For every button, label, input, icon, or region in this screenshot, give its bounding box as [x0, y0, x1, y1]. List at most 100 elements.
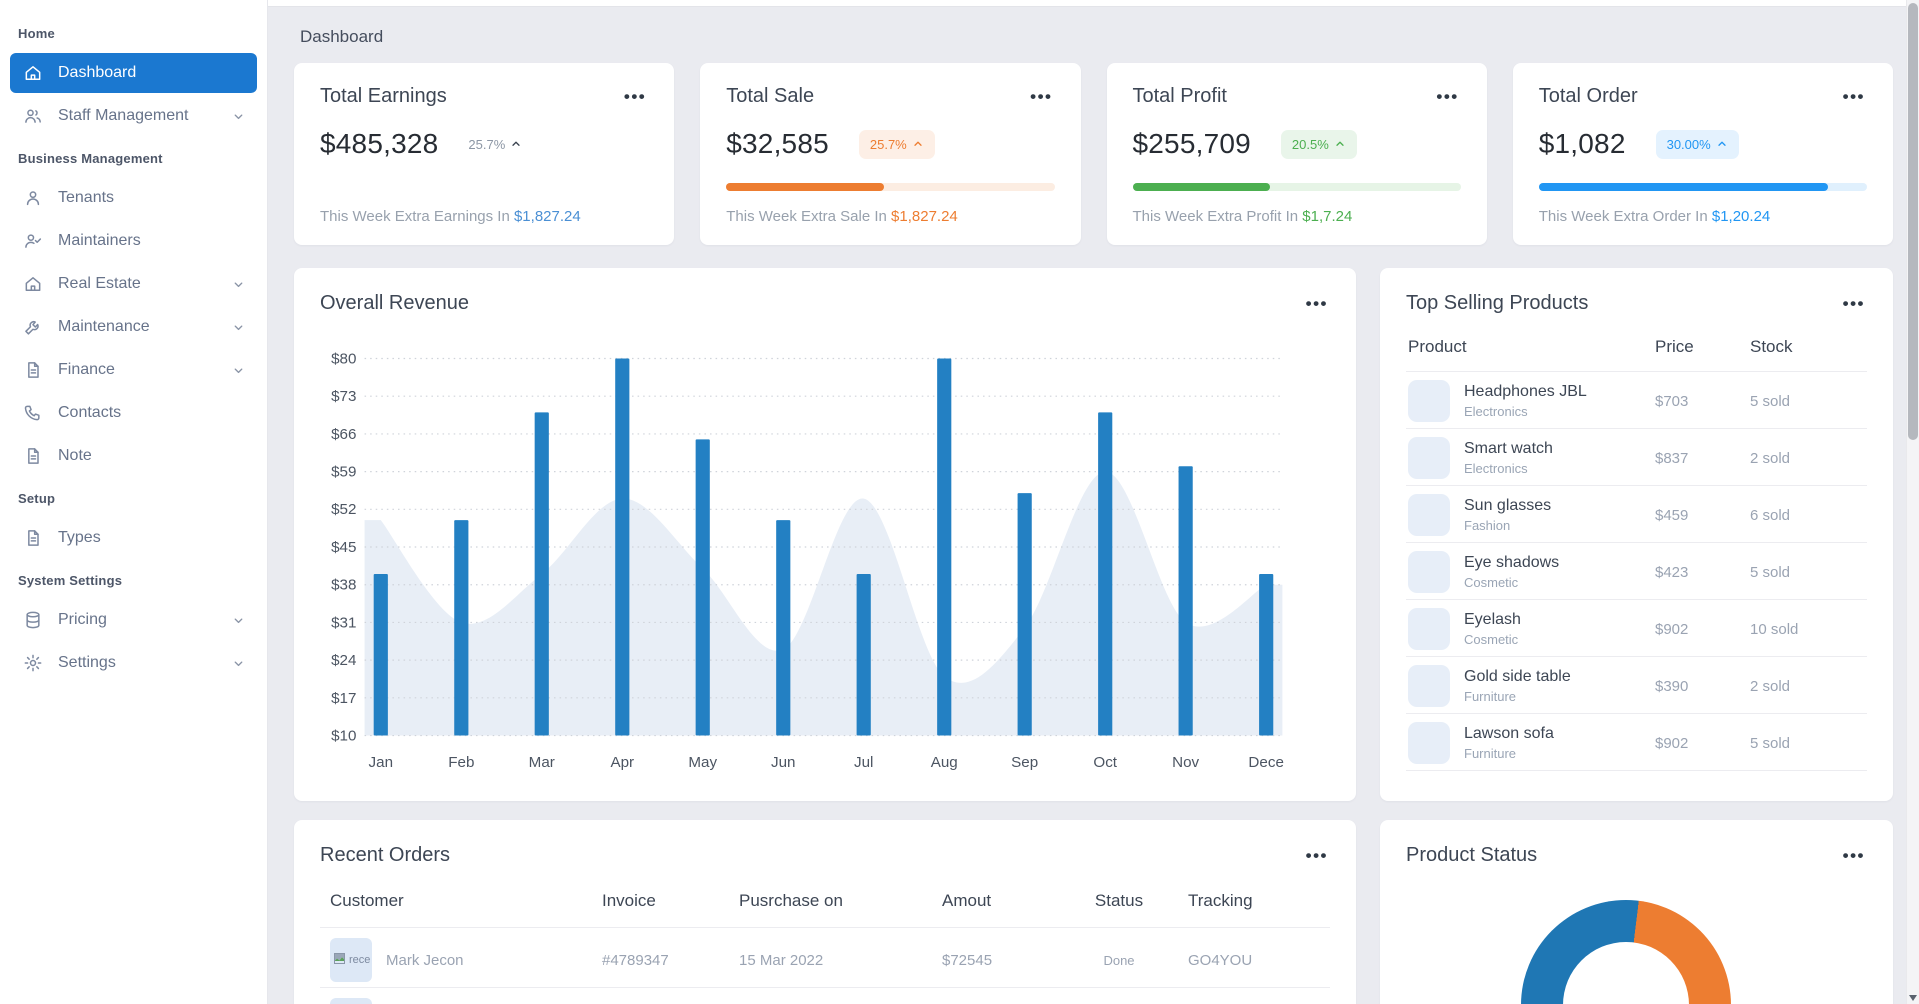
svg-text:Feb: Feb — [448, 754, 474, 771]
stat-value: $255,709 — [1132, 128, 1251, 159]
customer-avatar-broken-image: rece — [330, 938, 372, 982]
product-row-sun-glasses[interactable]: Sun glasses Fashion $459 6 sold — [1406, 486, 1867, 543]
user-check-icon — [22, 230, 44, 252]
more-options-button[interactable]: ••• — [1434, 88, 1460, 106]
product-thumbnail — [1408, 437, 1450, 479]
file-icon — [22, 527, 44, 549]
sidebar-item-settings[interactable]: Settings — [10, 643, 257, 683]
stat-card-total-earnings: Total Earnings ••• $485,328 25.7% This Week … — [294, 63, 675, 245]
product-row-eye-shadows[interactable]: Eye shadows Cosmetic $423 5 sold — [1406, 543, 1867, 600]
chevron-down-icon — [232, 110, 245, 123]
col-purchase-on: Pusrchase on — [739, 891, 843, 910]
product-name: Headphones JBL — [1464, 383, 1587, 400]
breadcrumb: Dashboard — [300, 27, 384, 46]
product-price: $459 — [1655, 506, 1689, 524]
change-value: 20.5% — [1291, 136, 1329, 152]
more-options-button[interactable]: ••• — [622, 88, 648, 106]
sidebar-item-label: Settings — [58, 654, 116, 671]
product-status-card: Product Status ••• — [1380, 820, 1893, 1004]
sidebar-item-label: Staff Management — [58, 107, 189, 124]
more-options-button[interactable]: ••• — [1841, 88, 1867, 106]
progress-bar — [726, 183, 1055, 191]
change-value: 25.7% — [869, 136, 907, 152]
more-options-button[interactable]: ••• — [1028, 88, 1054, 106]
vertical-scrollbar[interactable] — [1906, 0, 1919, 1004]
change-badge: 25.7% — [858, 129, 935, 159]
svg-text:Jun: Jun — [771, 754, 796, 771]
product-stock: 6 sold — [1750, 506, 1791, 524]
more-options-button[interactable]: ••• — [1841, 847, 1867, 865]
scrollbar-down-arrow-icon[interactable] — [1909, 995, 1917, 1001]
database-icon — [22, 609, 44, 631]
sidebar-section-title-business-management: Business Management — [18, 151, 163, 166]
change-value: 25.7% — [468, 136, 506, 152]
stat-footer-amount: $1,20.24 — [1711, 208, 1771, 225]
svg-text:$73: $73 — [331, 388, 356, 405]
more-options-button[interactable]: ••• — [1304, 295, 1330, 313]
svg-text:$31: $31 — [331, 615, 356, 632]
top-strip — [268, 0, 1919, 7]
stat-value: $32,585 — [726, 128, 829, 159]
sidebar-item-label: Note — [58, 447, 92, 464]
product-price: $902 — [1655, 734, 1689, 752]
order-row-mark-jecon[interactable]: rece Mark Jecon #4789347 15 Mar 2022 $72545 D… — [320, 928, 1330, 988]
sidebar-section-title-setup: Setup — [18, 491, 56, 506]
order-amount: $72545 — [942, 951, 993, 969]
product-row-smart-watch[interactable]: Smart watch Electronics $837 2 sold — [1406, 429, 1867, 486]
sidebar-item-tenants[interactable]: Tenants — [10, 178, 257, 218]
stat-footer: This Week Extra Order In $1,20.24 — [1538, 208, 1771, 225]
change-badge: 25.7% — [468, 137, 522, 152]
product-row-lawson-sofa[interactable]: Lawson sofa Furniture $902 5 sold — [1406, 714, 1867, 771]
file-icon — [22, 359, 44, 381]
product-category: Electronics — [1464, 404, 1528, 419]
product-stock: 2 sold — [1750, 449, 1791, 467]
file-icon — [22, 445, 44, 467]
product-name: Eyelash — [1464, 611, 1521, 628]
sidebar-item-contacts[interactable]: Contacts — [10, 393, 257, 433]
product-price: $390 — [1655, 677, 1689, 695]
more-options-button[interactable]: ••• — [1304, 847, 1330, 865]
order-status: Done — [1103, 952, 1135, 968]
top-selling-title: Top Selling Products — [1406, 292, 1589, 314]
svg-text:Aug: Aug — [931, 754, 958, 771]
sidebar-item-note[interactable]: Note — [10, 436, 257, 476]
more-options-button[interactable]: ••• — [1841, 295, 1867, 313]
sidebar-item-staff-management[interactable]: Staff Management — [10, 96, 257, 136]
sidebar-section-title-system-settings: System Settings — [18, 573, 123, 588]
sidebar-item-types[interactable]: Types — [10, 518, 257, 558]
dashboard-page: Home Dashboard Staff Management Business Ma… — [0, 0, 1919, 1004]
scrollbar-thumb[interactable] — [1908, 3, 1918, 440]
top-selling-products-card: Top Selling Products ••• Product Price S… — [1380, 268, 1893, 801]
stat-card-title: Total Order — [1538, 85, 1638, 107]
product-category: Fashion — [1464, 518, 1511, 533]
sidebar-item-label: Finance — [58, 361, 115, 378]
order-purchase-date: 15 Mar 2022 — [739, 951, 824, 969]
user-icon — [22, 187, 44, 209]
svg-text:$45: $45 — [331, 539, 356, 556]
chevron-up-icon — [1716, 138, 1728, 150]
chevron-up-icon — [912, 138, 924, 150]
order-row-partial[interactable]: rece — [320, 988, 1330, 1004]
product-thumbnail — [1408, 494, 1450, 536]
sidebar-item-real-estate[interactable]: Real Estate — [10, 264, 257, 304]
home-icon — [22, 62, 44, 84]
product-thumbnail — [1408, 665, 1450, 707]
svg-text:Nov: Nov — [1172, 754, 1200, 771]
product-price: $902 — [1655, 620, 1689, 638]
svg-text:Mar: Mar — [529, 754, 555, 771]
product-name: Gold side table — [1464, 668, 1571, 685]
sidebar-item-maintainers[interactable]: Maintainers — [10, 221, 257, 261]
sidebar-item-label: Pricing — [58, 611, 107, 628]
product-name: Eye shadows — [1464, 554, 1560, 571]
product-thumbnail — [1408, 380, 1450, 422]
sidebar-item-dashboard[interactable]: Dashboard — [10, 53, 257, 93]
product-row-gold-side-table[interactable]: Gold side table Furniture $390 2 sold — [1406, 657, 1867, 714]
product-row-eyelash[interactable]: Eyelash Cosmetic $902 10 sold — [1406, 600, 1867, 657]
recent-orders-card: Recent Orders ••• Customer Invoice Pusrc… — [294, 820, 1356, 1004]
sidebar-item-pricing[interactable]: Pricing — [10, 600, 257, 640]
product-row-headphones-jbl[interactable]: Headphones JBL Electronics $703 5 sold — [1406, 372, 1867, 429]
sidebar-item-maintenance[interactable]: Maintenance — [10, 307, 257, 347]
sidebar-item-finance[interactable]: Finance — [10, 350, 257, 390]
svg-text:Jan: Jan — [369, 754, 394, 771]
svg-text:$38: $38 — [331, 577, 356, 594]
